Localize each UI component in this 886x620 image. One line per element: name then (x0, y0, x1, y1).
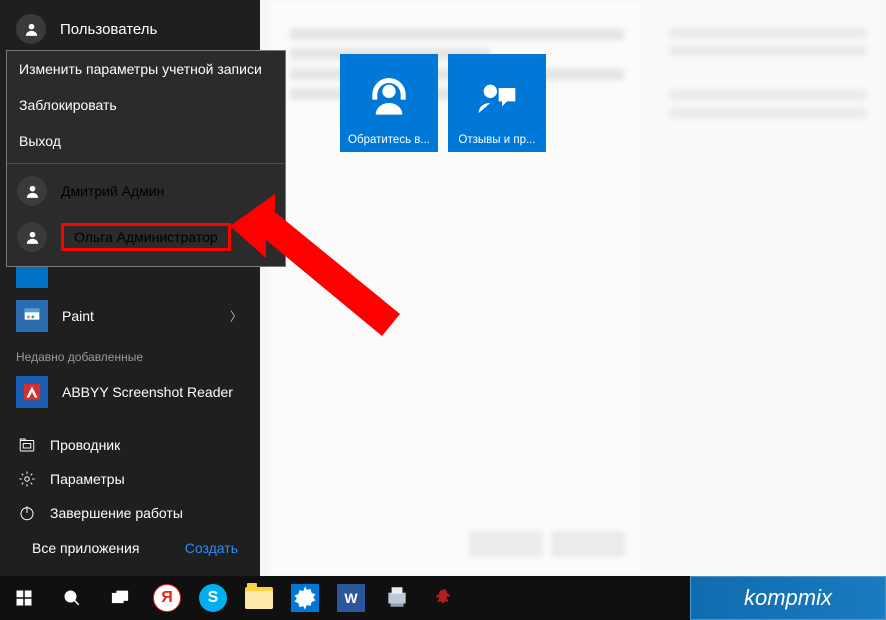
user-name-highlighted: Ольга Администратор (61, 223, 231, 251)
bug-icon (431, 586, 455, 610)
section-label-recent: Недавно добавленные (10, 338, 250, 370)
user-avatar-icon (17, 176, 47, 206)
app-item-abbyy[interactable]: ABBYY Screenshot Reader (10, 370, 250, 414)
start-app-list: Paint 〉 Недавно добавленные ABBYY Screen… (10, 256, 250, 414)
start-system-links: Проводник Параметры Завершение работы Вс… (14, 428, 254, 570)
taskbar-app-skype[interactable]: S (190, 576, 236, 620)
taskbar-app-explorer[interactable] (236, 576, 282, 620)
task-view-button[interactable] (96, 576, 144, 620)
app-item-paint[interactable]: Paint 〉 (10, 294, 250, 338)
feedback-icon (475, 76, 519, 120)
start-button[interactable] (0, 576, 48, 620)
user-avatar-icon (17, 222, 47, 252)
sys-label: Завершение работы (50, 505, 183, 521)
chevron-right-icon: 〉 (230, 308, 242, 325)
all-apps-row[interactable]: Все приложения Создать (14, 530, 254, 570)
sys-label: Проводник (50, 437, 120, 453)
sys-label: Параметры (50, 471, 125, 487)
watermark-overlay: kompmix (690, 576, 886, 620)
power-link[interactable]: Завершение работы (14, 496, 254, 530)
current-username: Пользователь (60, 21, 157, 38)
gear-icon (18, 470, 36, 488)
switch-user-dmitry[interactable]: Дмитрий Админ (7, 168, 285, 214)
tile-label: Отзывы и пр... (448, 134, 546, 146)
tile-feedback[interactable]: Отзывы и пр... (448, 54, 546, 152)
fax-icon (384, 584, 410, 613)
taskbar-app-settings[interactable] (282, 576, 328, 620)
user-name: Дмитрий Админ (61, 183, 164, 199)
search-button[interactable] (48, 576, 96, 620)
tile-label: Обратитесь в... (340, 134, 438, 146)
taskbar-app-fax[interactable] (374, 576, 420, 620)
taskbar-app-unknown[interactable] (420, 576, 466, 620)
headset-icon (367, 76, 411, 120)
paint-icon (16, 300, 48, 332)
create-link[interactable]: Создать (185, 540, 238, 556)
power-icon (18, 504, 36, 522)
settings-link[interactable]: Параметры (14, 462, 254, 496)
taskbar-app-word[interactable]: W (328, 576, 374, 620)
switch-user-olga[interactable]: Ольга Администратор (7, 214, 285, 260)
folder-icon (245, 587, 273, 609)
menu-change-account-settings[interactable]: Изменить параметры учетной записи (7, 51, 285, 87)
menu-signout[interactable]: Выход (7, 123, 285, 159)
tile-contact-support[interactable]: Обратитесь в... (340, 54, 438, 152)
watermark-text: kompmix (744, 585, 832, 611)
start-tiles: Обратитесь в... Отзывы и пр... (340, 54, 546, 152)
taskbar-app-yandex[interactable]: Я (144, 576, 190, 620)
user-avatar-icon (16, 14, 46, 44)
app-label: Paint (62, 308, 94, 324)
app-label: ABBYY Screenshot Reader (62, 384, 233, 400)
explorer-icon (18, 436, 36, 454)
menu-lock[interactable]: Заблокировать (7, 87, 285, 123)
menu-separator (7, 163, 285, 164)
explorer-link[interactable]: Проводник (14, 428, 254, 462)
account-context-menu: Изменить параметры учетной записи Заблок… (6, 50, 286, 267)
abbyy-icon (16, 376, 48, 408)
sys-label: Все приложения (32, 540, 139, 556)
gear-icon (291, 584, 319, 612)
